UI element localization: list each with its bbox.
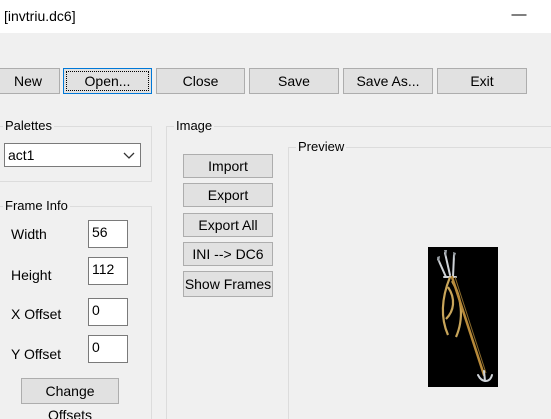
minimize-icon: — — [511, 6, 527, 23]
preview-group — [288, 147, 551, 419]
preview-group-label: Preview — [296, 139, 347, 154]
y-offset-label: Y Offset — [11, 346, 62, 362]
save-as-button[interactable]: Save As... — [343, 68, 433, 94]
minimize-button[interactable]: — — [496, 0, 542, 33]
show-frames-button[interactable]: Show Frames — [183, 271, 273, 297]
y-offset-value: 0 — [92, 339, 100, 355]
palettes-group-label: Palettes — [3, 118, 54, 133]
width-field[interactable]: 56 — [88, 220, 128, 248]
width-label: Width — [11, 226, 47, 242]
open-button-label: Open... — [84, 73, 131, 89]
change-offsets-button[interactable]: Change Offsets — [21, 378, 119, 419]
app-window: [invtriu.dc6] — New Open... Close Save S… — [0, 0, 551, 419]
import-button[interactable]: Import — [183, 154, 273, 178]
chevron-down-icon — [123, 152, 135, 159]
exit-button[interactable]: Exit — [437, 68, 527, 94]
height-field[interactable]: 112 — [88, 257, 128, 285]
frame-info-group-label: Frame Info — [3, 198, 70, 213]
window-title: [invtriu.dc6] — [4, 8, 76, 24]
ini-to-dc6-button[interactable]: INI --> DC6 — [183, 242, 273, 266]
export-button[interactable]: Export — [183, 183, 273, 207]
y-offset-field[interactable]: 0 — [88, 335, 128, 363]
image-group-label: Image — [174, 118, 215, 133]
close-button[interactable]: Close — [156, 68, 245, 94]
palette-select[interactable]: act1 — [4, 143, 141, 167]
title-bar: [invtriu.dc6] — — [0, 0, 551, 33]
x-offset-label: X Offset — [11, 306, 62, 322]
palette-select-value: act1 — [8, 147, 35, 163]
save-button[interactable]: Save — [249, 68, 339, 94]
export-all-button[interactable]: Export All — [183, 213, 273, 237]
trident-sprite-icon — [437, 250, 493, 382]
x-offset-field[interactable]: 0 — [88, 298, 128, 326]
preview-image — [428, 247, 498, 387]
height-label: Height — [11, 267, 52, 283]
height-value: 112 — [92, 261, 115, 277]
x-offset-value: 0 — [92, 302, 100, 318]
new-button[interactable]: New — [0, 68, 60, 94]
open-button[interactable]: Open... — [63, 68, 152, 94]
width-value: 56 — [92, 224, 108, 240]
